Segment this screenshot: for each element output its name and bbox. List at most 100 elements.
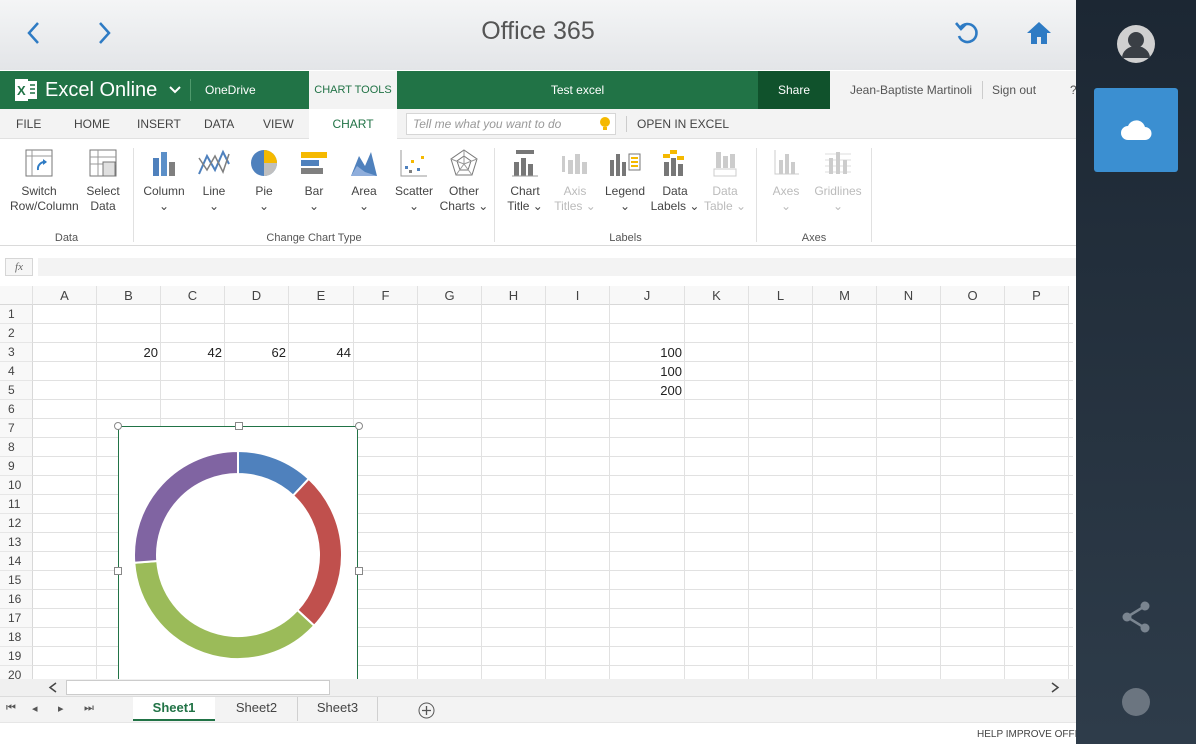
column-header-p[interactable]: P xyxy=(1005,286,1069,305)
column-chart-button[interactable]: Column ⌄ xyxy=(136,148,192,224)
cell-j5[interactable]: 200 xyxy=(610,381,685,400)
column-header-i[interactable]: I xyxy=(546,286,610,305)
horizontal-scrollbar[interactable] xyxy=(0,679,1076,696)
column-header-g[interactable]: G xyxy=(418,286,482,305)
scroll-right-icon[interactable] xyxy=(1050,682,1060,693)
next-sheet-icon[interactable]: ▸ xyxy=(58,702,64,715)
pie-chart-button[interactable]: Pie ⌄ xyxy=(236,148,292,224)
row-header-16[interactable]: 16 xyxy=(0,590,33,609)
switch-row-column-button[interactable]: Switch Row/Column xyxy=(10,148,79,224)
resize-handle[interactable] xyxy=(355,422,363,430)
scroll-thumb[interactable] xyxy=(66,680,330,695)
row-header-17[interactable]: 17 xyxy=(0,609,33,628)
column-header-j[interactable]: J xyxy=(610,286,685,305)
select-data-button[interactable]: Select Data xyxy=(75,148,131,224)
open-in-excel-button[interactable]: OPEN IN EXCEL xyxy=(637,109,729,139)
data-labels-button[interactable]: Data Labels ⌄ xyxy=(647,148,703,224)
tab-chart[interactable]: CHART xyxy=(309,109,397,139)
column-header-k[interactable]: K xyxy=(685,286,749,305)
row-header-15[interactable]: 15 xyxy=(0,571,33,590)
avatar-icon[interactable] xyxy=(1116,24,1156,64)
data-table-button[interactable]: Data Table ⌄ xyxy=(697,148,753,224)
tab-home[interactable]: HOME xyxy=(74,109,110,139)
axis-titles-button[interactable]: Axis Titles ⌄ xyxy=(547,148,603,224)
row-header-19[interactable]: 19 xyxy=(0,647,33,666)
row-header-8[interactable]: 8 xyxy=(0,438,33,457)
row-header-6[interactable]: 6 xyxy=(0,400,33,419)
column-header-c[interactable]: C xyxy=(161,286,225,305)
onedrive-link[interactable]: OneDrive xyxy=(205,71,256,109)
resize-handle[interactable] xyxy=(114,422,122,430)
share-icon[interactable] xyxy=(1120,600,1152,634)
row-header-7[interactable]: 7 xyxy=(0,419,33,438)
gridlines-button[interactable]: Gridlines ⌄ xyxy=(808,148,868,224)
fx-button[interactable]: fx xyxy=(5,258,33,276)
axes-button[interactable]: Axes ⌄ xyxy=(758,148,814,224)
tab-data[interactable]: DATA xyxy=(204,109,234,139)
row-header-13[interactable]: 13 xyxy=(0,533,33,552)
help-improve-link[interactable]: HELP IMPROVE OFFICE xyxy=(977,729,1076,740)
chart-title-button[interactable]: Chart Title ⌄ xyxy=(497,148,553,224)
circle-icon[interactable] xyxy=(1121,687,1151,717)
select-all-corner[interactable] xyxy=(0,286,33,305)
document-title[interactable]: Test excel xyxy=(397,71,758,109)
row-header-14[interactable]: 14 xyxy=(0,552,33,571)
doughnut-chart[interactable] xyxy=(114,422,363,680)
column-header-h[interactable]: H xyxy=(482,286,546,305)
column-header-f[interactable]: F xyxy=(354,286,418,305)
row-header-3[interactable]: 3 xyxy=(0,343,33,362)
user-name[interactable]: Jean-Baptiste Martinoli xyxy=(850,83,972,97)
row-header-12[interactable]: 12 xyxy=(0,514,33,533)
row-header-20[interactable]: 20 xyxy=(0,666,33,680)
prev-sheet-icon[interactable]: ◂ xyxy=(32,702,38,715)
sheet-tab-sheet2[interactable]: Sheet2 xyxy=(216,697,298,721)
row-header-9[interactable]: 9 xyxy=(0,457,33,476)
tab-view[interactable]: VIEW xyxy=(263,109,294,139)
refresh-icon[interactable] xyxy=(952,18,982,48)
column-header-b[interactable]: B xyxy=(97,286,161,305)
column-header-a[interactable]: A xyxy=(33,286,97,305)
row-header-4[interactable]: 4 xyxy=(0,362,33,381)
row-header-10[interactable]: 10 xyxy=(0,476,33,495)
share-button[interactable]: Share xyxy=(758,71,830,109)
line-chart-button[interactable]: Line ⌄ xyxy=(186,148,242,224)
resize-handle[interactable] xyxy=(235,422,243,430)
sheet-tab-sheet3[interactable]: Sheet3 xyxy=(298,697,378,721)
doughnut-slice-2[interactable] xyxy=(291,477,343,628)
first-sheet-icon[interactable]: ⏮ xyxy=(6,702,16,715)
row-header-5[interactable]: 5 xyxy=(0,381,33,400)
column-header-n[interactable]: N xyxy=(877,286,941,305)
cell-d3[interactable]: 62 xyxy=(225,343,289,362)
spreadsheet-grid[interactable]: ABCDEFGHIJKLMNOP 1 2 3 4 5 6 7 8 9 10 11 12 13 14 15 16… xyxy=(0,286,1076,680)
formula-input[interactable] xyxy=(38,258,1076,276)
column-header-d[interactable]: D xyxy=(225,286,289,305)
app-name[interactable]: Excel Online xyxy=(45,71,157,109)
resize-handle[interactable] xyxy=(114,567,122,575)
cell-j4[interactable]: 100 xyxy=(610,362,685,381)
add-sheet-icon[interactable] xyxy=(418,702,435,719)
tab-insert[interactable]: INSERT xyxy=(137,109,181,139)
scroll-left-icon[interactable] xyxy=(48,682,58,693)
column-header-m[interactable]: M xyxy=(813,286,877,305)
chevron-down-icon[interactable] xyxy=(168,71,182,109)
cell-c3[interactable]: 42 xyxy=(161,343,225,362)
tab-file[interactable]: FILE xyxy=(16,109,41,139)
last-sheet-icon[interactable]: ⏭ xyxy=(84,702,94,715)
legend-button[interactable]: Legend ⌄ xyxy=(597,148,653,224)
bar-chart-button[interactable]: Bar ⌄ xyxy=(286,148,342,224)
sign-out-link[interactable]: Sign out xyxy=(992,83,1036,97)
row-header-2[interactable]: 2 xyxy=(0,324,33,343)
column-header-o[interactable]: O xyxy=(941,286,1005,305)
row-header-11[interactable]: 11 xyxy=(0,495,33,514)
area-chart-button[interactable]: Area ⌄ xyxy=(336,148,392,224)
cell-e3[interactable]: 44 xyxy=(289,343,354,362)
row-header-18[interactable]: 18 xyxy=(0,628,33,647)
sheet-tab-sheet1[interactable]: Sheet1 xyxy=(133,697,215,721)
column-header-e[interactable]: E xyxy=(289,286,354,305)
cloud-button[interactable] xyxy=(1094,88,1178,172)
scatter-chart-button[interactable]: Scatter ⌄ xyxy=(386,148,442,224)
row-header-1[interactable]: 1 xyxy=(0,305,33,324)
tell-me-input[interactable]: Tell me what you want to do xyxy=(406,113,616,135)
cell-b3[interactable]: 20 xyxy=(97,343,161,362)
resize-handle[interactable] xyxy=(355,567,363,575)
